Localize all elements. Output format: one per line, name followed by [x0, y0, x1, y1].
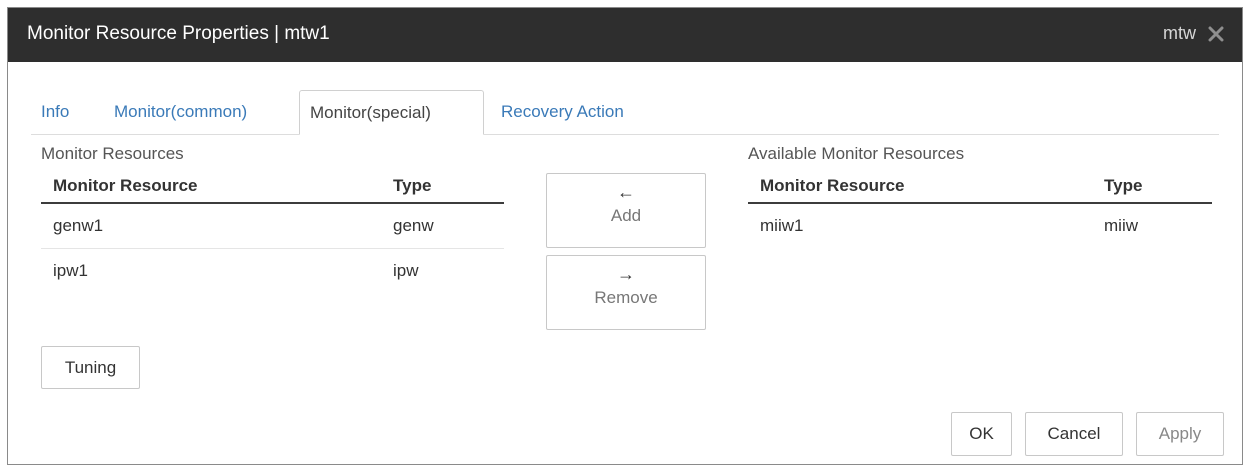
resource-type: miiw: [1104, 216, 1138, 235]
add-label: Add: [610, 206, 642, 225]
table-row[interactable]: ipw1 ipw: [41, 249, 504, 293]
arrow-right-icon: →: [617, 264, 635, 284]
properties-dialog: Monitor Resource Properties | mtw1 mtw I…: [7, 7, 1243, 465]
table-row[interactable]: genw1 genw: [41, 204, 504, 249]
monitor-resources-table: Monitor Resource Type genw1 genw ipw1 ip…: [41, 172, 504, 293]
column-header-type: Type: [1104, 176, 1143, 195]
resource-name: miiw1: [760, 216, 804, 235]
remove-button[interactable]: → Remove: [546, 255, 706, 330]
arrow-left-icon: ←: [617, 182, 635, 202]
tab-info[interactable]: Info: [31, 90, 79, 134]
resource-type: ipw: [393, 261, 419, 280]
column-header-type: Type: [393, 176, 432, 195]
tab-monitor-special[interactable]: Monitor(special): [299, 90, 484, 135]
tab-bar: Info Monitor(common) Monitor(special) Re…: [31, 90, 1219, 135]
dialog-title: Monitor Resource Properties | mtw1: [27, 23, 330, 44]
apply-button[interactable]: Apply: [1136, 412, 1224, 456]
available-resources-table: Monitor Resource Type miiw1 miiw: [748, 172, 1212, 248]
resource-name: genw1: [53, 216, 104, 235]
resource-type: genw: [393, 216, 434, 235]
column-header-monitor-resource: Monitor Resource: [53, 176, 198, 195]
monitor-resources-label: Monitor Resources: [41, 144, 184, 163]
table-row[interactable]: miiw1 miiw: [748, 204, 1212, 248]
tab-monitor-common[interactable]: Monitor(common): [104, 90, 257, 134]
column-header-monitor-resource: Monitor Resource: [760, 176, 905, 195]
close-icon[interactable]: [1208, 26, 1224, 42]
cancel-button[interactable]: Cancel: [1025, 412, 1123, 456]
user-label: mtw: [1163, 23, 1196, 43]
close-icon-glyph: [1208, 26, 1224, 41]
tab-recovery-action[interactable]: Recovery Action: [491, 90, 634, 134]
table-header: Monitor Resource Type: [748, 172, 1212, 204]
title-bar: Monitor Resource Properties | mtw1 mtw: [8, 8, 1242, 62]
resource-name: ipw1: [53, 261, 88, 280]
title-bar-controls: mtw: [1163, 23, 1224, 44]
available-resources-label: Available Monitor Resources: [748, 144, 965, 163]
table-header: Monitor Resource Type: [41, 172, 504, 204]
add-button[interactable]: ← Add: [546, 173, 706, 248]
tuning-button[interactable]: Tuning: [41, 346, 140, 389]
remove-label: Remove: [594, 288, 658, 307]
ok-button[interactable]: OK: [951, 412, 1012, 456]
